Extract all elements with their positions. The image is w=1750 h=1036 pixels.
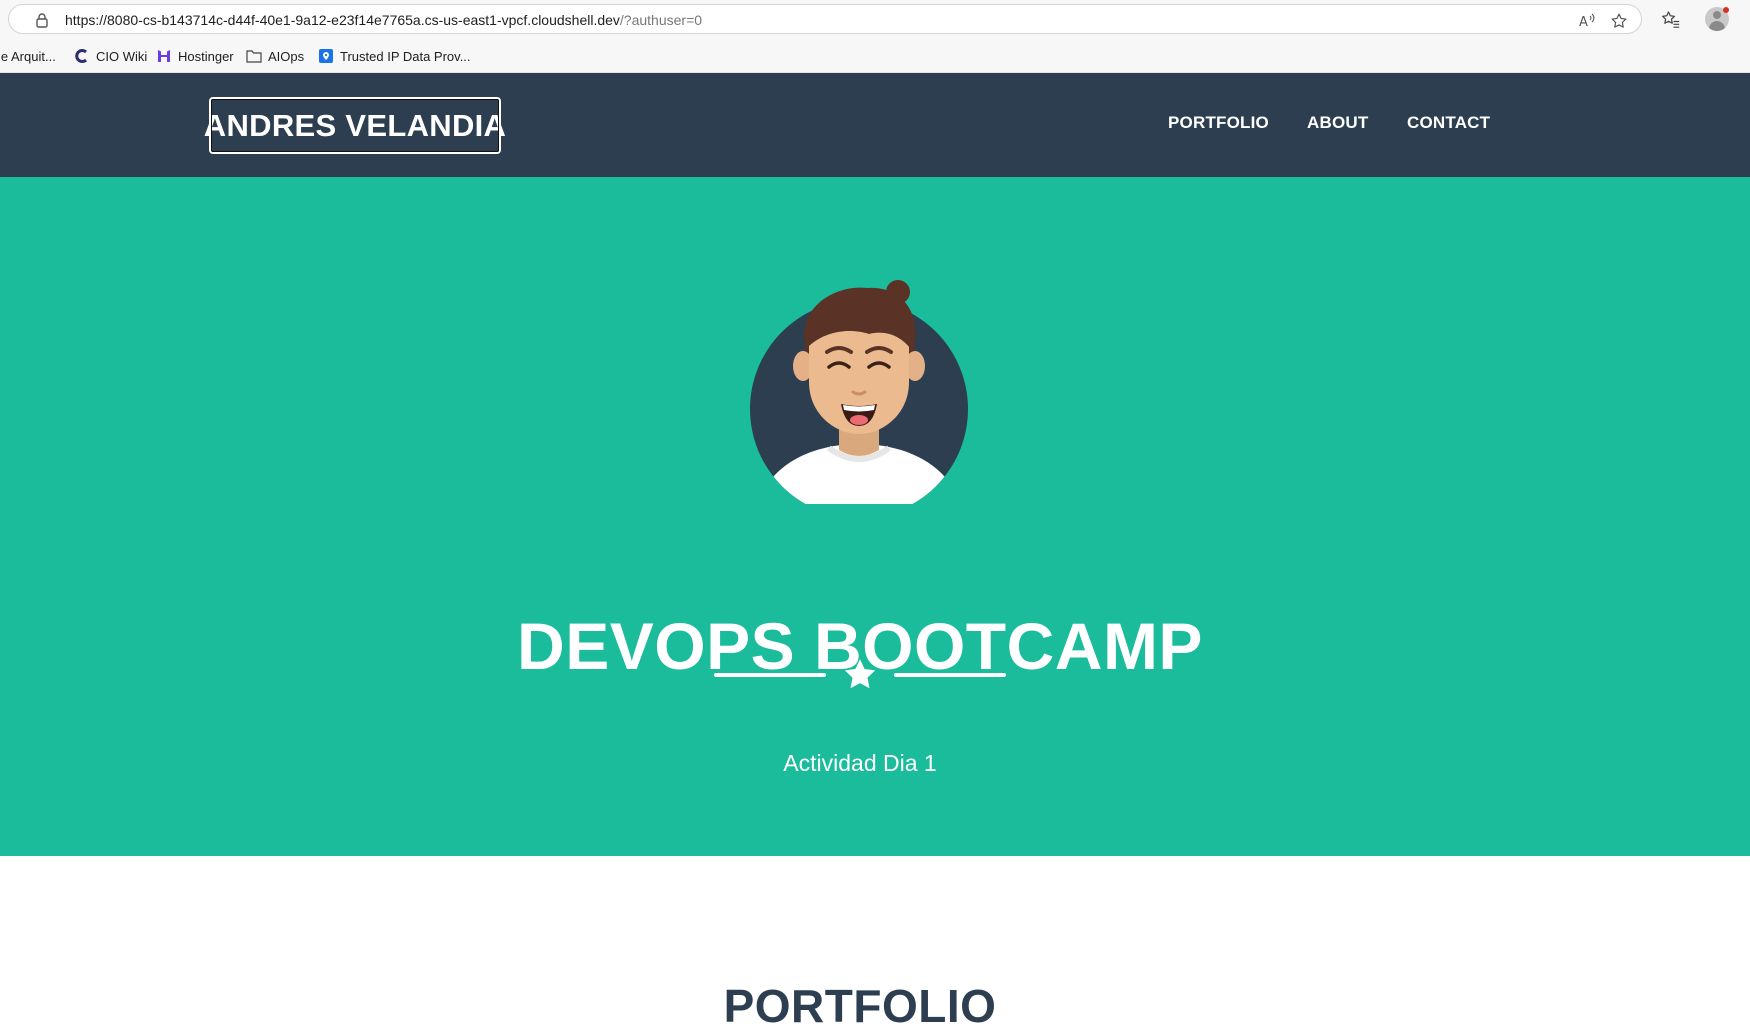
avatar-body [1709, 21, 1725, 31]
avatar-illustration [750, 280, 968, 504]
lock-icon[interactable] [34, 12, 50, 28]
url-main: https://8080-cs-b143714c-d44f-40e1-9a12-… [65, 12, 620, 28]
svg-text:A: A [1579, 15, 1588, 29]
notification-dot [1723, 7, 1729, 13]
nav-portfolio[interactable]: PORTFOLIO [1168, 111, 1269, 135]
favorites-list-icon[interactable] [1660, 8, 1682, 30]
masthead: DEVOPS BOOTCAMP Actividad Dia 1 [0, 177, 1750, 856]
folder-icon [246, 48, 262, 64]
site-navbar: ANDRES VELANDIA PORTFOLIO ABOUT CONTACT [0, 73, 1750, 177]
ip-data-icon [318, 48, 334, 64]
bookmark-label: AIOps [268, 48, 305, 64]
nav-contact[interactable]: CONTACT [1407, 111, 1490, 135]
divider-line-left [714, 673, 826, 677]
url-text[interactable]: https://8080-cs-b143714c-d44f-40e1-9a12-… [65, 12, 702, 28]
bookmark-cio-wiki[interactable]: CIO Wiki [74, 47, 147, 65]
masthead-subtitle: Actividad Dia 1 [783, 750, 937, 776]
bookmark-label: Trusted IP Data Prov... [340, 48, 471, 64]
bookmark-arquit[interactable]: le Arquit... [0, 47, 56, 65]
bookmarks-bar: le Arquit... CIO Wiki Hostinger AIOps Tr… [0, 38, 1750, 73]
favorite-star-icon[interactable] [1609, 11, 1629, 31]
portfolio-heading: PORTFOLIO [723, 980, 997, 1033]
divider-line-right [894, 673, 1006, 677]
nav-about[interactable]: ABOUT [1307, 111, 1368, 135]
cio-wiki-icon [74, 48, 90, 64]
bookmark-trusted-ip[interactable]: Trusted IP Data Prov... [318, 47, 471, 65]
url-query: /?authuser=0 [619, 12, 703, 28]
bookmark-label: Hostinger [178, 48, 234, 64]
bookmark-hostinger[interactable]: Hostinger [156, 47, 234, 65]
brand-link[interactable]: ANDRES VELANDIA [204, 97, 506, 154]
read-aloud-icon[interactable]: A [1577, 11, 1597, 31]
avatar-head [1713, 11, 1721, 19]
bookmark-aiops[interactable]: AIOps [246, 47, 304, 65]
address-bar[interactable]: https://8080-cs-b143714c-d44f-40e1-9a12-… [8, 4, 1642, 34]
star-icon [844, 659, 876, 689]
bookmark-label: le Arquit... [0, 48, 56, 64]
browser-toolbar: https://8080-cs-b143714c-d44f-40e1-9a12-… [0, 0, 1750, 38]
hostinger-icon [156, 48, 172, 64]
bookmark-label: CIO Wiki [96, 48, 148, 64]
